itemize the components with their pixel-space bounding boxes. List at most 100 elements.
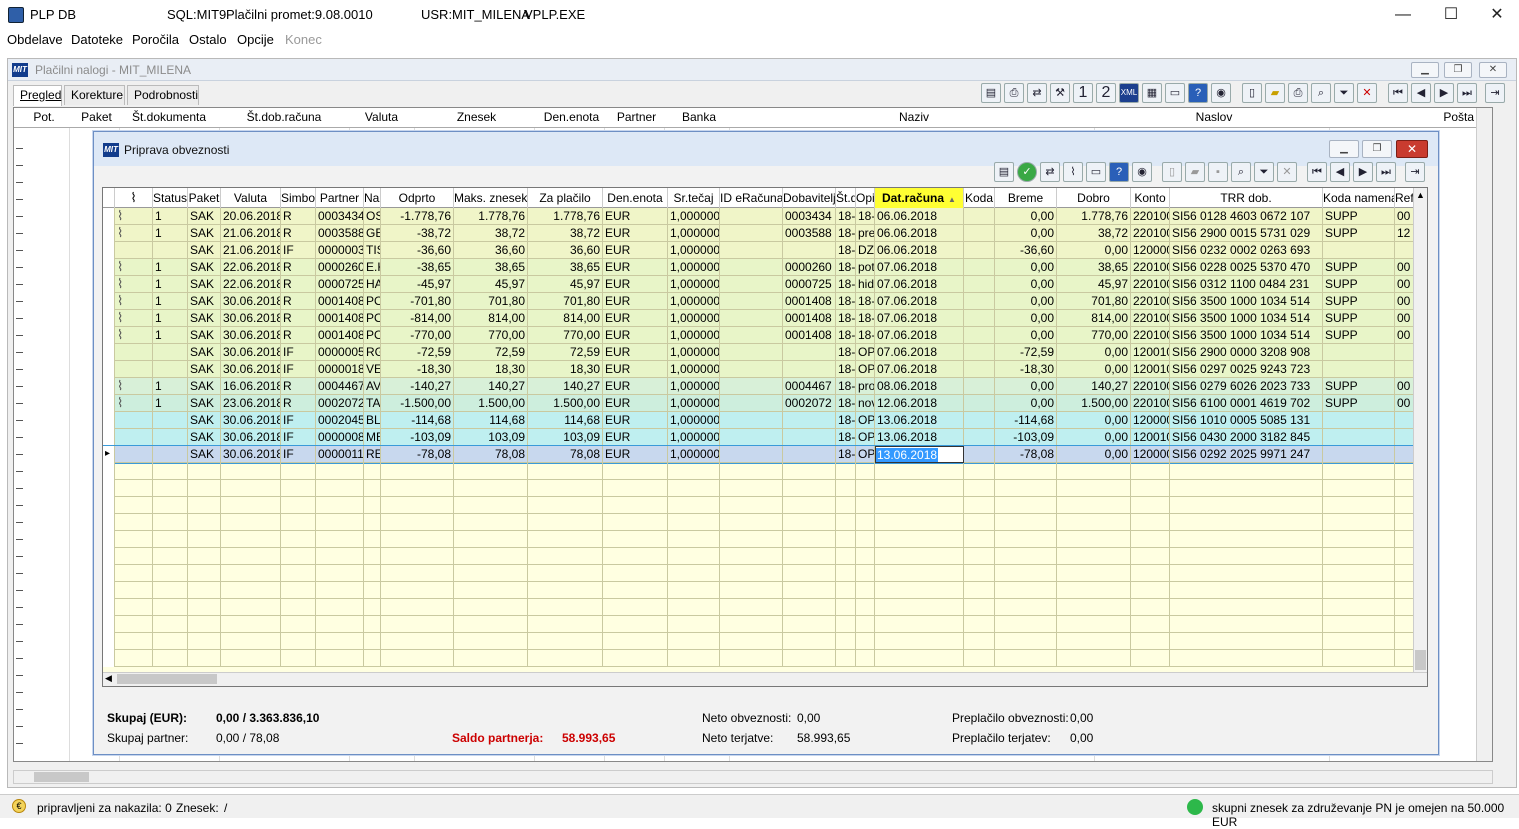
next-record-icon[interactable]: ▶ [1434, 83, 1454, 103]
view-one-icon[interactable]: 1 [1073, 83, 1093, 103]
monitor-icon[interactable]: ▭ [1086, 162, 1106, 182]
col-odprto[interactable]: Odprto [381, 188, 454, 208]
export-icon[interactable]: ⇄ [1040, 162, 1060, 182]
table-row[interactable] [103, 480, 1417, 497]
maximize-button[interactable]: ☐ [1428, 4, 1474, 26]
col-valuta[interactable]: Valuta [349, 110, 414, 124]
exit-icon[interactable]: ⇥ [1485, 83, 1505, 103]
table-row[interactable] [103, 616, 1417, 633]
table-row[interactable]: ⌇1SAK22.06.2018R0000260E.K-38,6538,6538,… [103, 259, 1417, 276]
print-icon[interactable]: ⎙ [1004, 83, 1024, 103]
bg-horizontal-scrollbar[interactable] [13, 770, 1493, 784]
col-naz[interactable]: Naz [364, 188, 381, 208]
col-breme[interactable]: Breme [995, 188, 1057, 208]
scroll-up-icon[interactable]: ▲ [1416, 190, 1425, 200]
tab-podrobnosti[interactable]: Podrobnosti [127, 85, 199, 105]
export-icon[interactable]: ⇄ [1027, 83, 1047, 103]
paperclip-icon[interactable]: ⌇ [117, 310, 123, 325]
new-icon[interactable]: ▯ [1162, 162, 1182, 182]
scroll-left-icon[interactable]: ◀ [105, 673, 112, 684]
col-partner[interactable]: Partner [609, 110, 664, 124]
table-row[interactable]: ⌇1SAK30.06.2018R0001408PO-770,00770,0077… [103, 327, 1417, 344]
menu-datoteke[interactable]: Datoteke [71, 32, 123, 47]
mdi-close-button[interactable]: ✕ [1479, 62, 1507, 78]
report-icon[interactable]: ▤ [994, 162, 1014, 182]
table-row[interactable]: ⌇1SAK21.06.2018R0003588GE-38,7238,7238,7… [103, 225, 1417, 242]
first-record-icon[interactable]: ⏮ [1388, 83, 1408, 103]
col-paket[interactable]: Paket [74, 110, 119, 124]
col-trr[interactable]: TRR dob. [1170, 188, 1323, 208]
dialog-hscroll-thumb[interactable] [117, 674, 217, 684]
prev-record-icon[interactable]: ◀ [1330, 162, 1350, 182]
menu-ostalo[interactable]: Ostalo [189, 32, 227, 47]
dialog-scroll-thumb[interactable] [1415, 650, 1426, 670]
col-den-enota[interactable]: Den.enota [539, 110, 604, 124]
exit-icon[interactable]: ⇥ [1405, 162, 1425, 182]
col-kn[interactable]: Koda namena [1323, 188, 1395, 208]
table-row[interactable] [103, 514, 1417, 531]
close-button[interactable]: ✕ [1474, 4, 1519, 26]
mdi-restore-button[interactable]: ❐ [1444, 62, 1472, 78]
table-row[interactable] [103, 565, 1417, 582]
xml-icon[interactable]: XML [1119, 83, 1139, 103]
table-row[interactable] [103, 497, 1417, 514]
last-record-icon[interactable]: ⏭ [1457, 83, 1477, 103]
col-paket[interactable]: Paket [188, 188, 221, 208]
col-dat[interactable]: Dat.računa ▲ [875, 188, 964, 208]
open-folder-icon[interactable]: ▰ [1265, 83, 1285, 103]
open-folder-icon[interactable]: ▰ [1185, 162, 1205, 182]
col-den[interactable]: Den.enota [603, 188, 668, 208]
col-status[interactable]: Status [153, 188, 188, 208]
table-row[interactable] [103, 548, 1417, 565]
table-row[interactable]: ⌇1SAK22.06.2018R0000725HA-45,9745,9745,9… [103, 276, 1417, 293]
table-row[interactable] [103, 463, 1417, 480]
mdi-minimize-button[interactable]: ▁ [1411, 62, 1439, 78]
col-konto[interactable]: Konto [1131, 188, 1170, 208]
camera-icon[interactable]: ◉ [1132, 162, 1152, 182]
col-opis[interactable]: Opis [856, 188, 875, 208]
table-row[interactable]: ⌇1SAK30.06.2018R0001408PO-814,00814,0081… [103, 310, 1417, 327]
table-row[interactable] [103, 650, 1417, 667]
table-row[interactable]: ⌇ 1 SAK 23.06.2018 R 0002072 TA -1.500,00 1.500,… [103, 395, 1417, 412]
paperclip-icon[interactable]: ⌇ [117, 327, 123, 342]
search-icon[interactable]: ⌕ [1231, 162, 1251, 182]
dialog-close-button[interactable]: ✕ [1396, 140, 1428, 158]
dialog-horizontal-scrollbar[interactable]: ◀ [103, 672, 1427, 686]
col-dob[interactable]: Dobavitelj [783, 188, 836, 208]
paperclip-icon[interactable]: ⌇ [117, 378, 123, 393]
last-record-icon[interactable]: ⏭ [1376, 162, 1396, 182]
paperclip-icon[interactable]: ⌇ [117, 259, 123, 274]
search-icon[interactable]: ⌕ [1311, 83, 1331, 103]
report-icon[interactable]: ▤ [981, 83, 1001, 103]
col-attachment[interactable]: ⌇ [115, 188, 153, 208]
col-stdob[interactable]: Št.dob [836, 188, 856, 208]
col-posta[interactable]: Pošta [1334, 110, 1474, 124]
table-row[interactable]: ⌇1SAK30.06.2018R0001408PO-701,80701,8070… [103, 293, 1417, 310]
next-record-icon[interactable]: ▶ [1353, 162, 1373, 182]
paperclip-icon[interactable]: ⌇ [117, 276, 123, 291]
paperclip-icon[interactable]: ⌇ [117, 225, 123, 240]
col-st-dob-racuna[interactable]: Št.dob.računa [224, 110, 344, 124]
menu-porocila[interactable]: Poročila [132, 32, 179, 47]
table-row[interactable]: ⌇ 1 SAK 16.06.2018 R 0004467 AV -140,27 140,27 14… [103, 378, 1417, 395]
paperclip-icon[interactable]: ⌇ [117, 395, 123, 410]
menu-opcije[interactable]: Opcije [237, 32, 274, 47]
col-maks[interactable]: Maks. znesek [454, 188, 528, 208]
filter-icon[interactable]: ⏷ [1254, 162, 1274, 182]
tab-korekture[interactable]: Korekture [64, 85, 125, 105]
table-row[interactable]: SAK 30.06.2018 IF 0000018 VE -18,30 18,30 18,30… [103, 361, 1417, 378]
filter-icon[interactable]: ⏷ [1334, 83, 1354, 103]
menu-konec[interactable]: Konec [285, 32, 322, 47]
dialog-vertical-scrollbar[interactable]: ▲ ▼ [1413, 188, 1427, 686]
view-two-icon[interactable]: 2 [1096, 83, 1116, 103]
confirm-check-icon[interactable]: ✓ [1017, 162, 1037, 182]
table-row[interactable]: SAK 30.06.2018 IF 0002045 BL -114,68 114,68 114… [103, 412, 1417, 429]
table-row[interactable] [103, 582, 1417, 599]
save-icon[interactable]: ▪ [1208, 162, 1228, 182]
dialog-restore-button[interactable]: ❐ [1362, 140, 1392, 158]
delete-icon[interactable]: ✕ [1357, 83, 1377, 103]
table-row[interactable]: ▸SAK30.06.2018IF0000011RE-78,0878,0878,0… [103, 445, 1417, 464]
help-icon[interactable]: ? [1109, 162, 1129, 182]
col-st-dokumenta[interactable]: Št.dokumenta [124, 110, 214, 124]
bg-scroll-thumb[interactable] [34, 772, 89, 782]
